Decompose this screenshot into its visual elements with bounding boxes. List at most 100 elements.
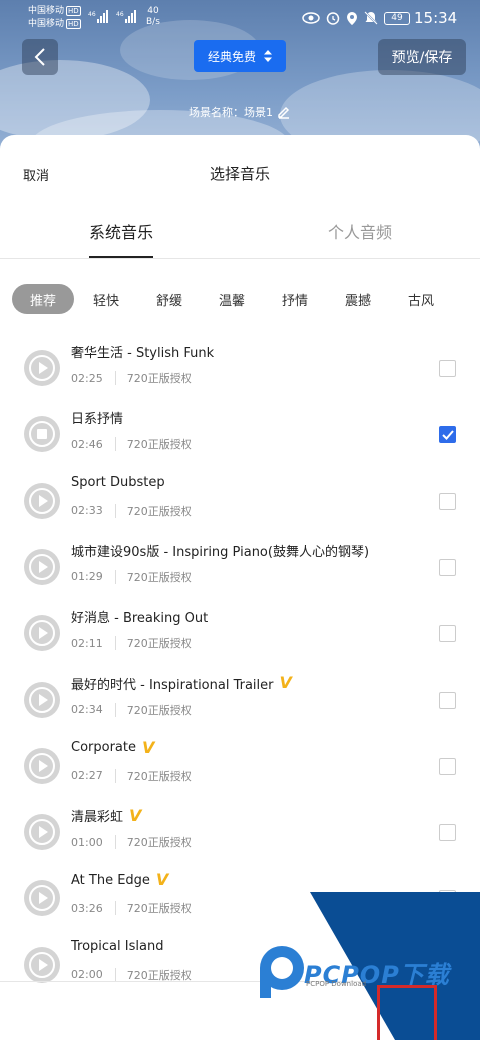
song-title: 日系抒情 xyxy=(71,412,124,428)
song-title-wrap: 日系抒情 xyxy=(71,408,123,427)
category-0[interactable]: 推荐 xyxy=(12,284,74,314)
play-button[interactable] xyxy=(24,681,60,718)
signal-icon: 46 xyxy=(88,10,108,23)
song-title-wrap: At The Edge V xyxy=(71,872,168,888)
category-2[interactable]: 舒缓 xyxy=(141,284,197,314)
song-duration: 02:27 xyxy=(71,769,103,783)
mute-icon xyxy=(364,11,378,25)
song-meta: 02:11 720正版授权 xyxy=(71,635,192,651)
song-row[interactable]: Corporate V 02:27 720正版授权 xyxy=(0,738,480,804)
song-title-wrap: 最好的时代 - Inspirational Trailer V xyxy=(71,674,292,693)
song-checkbox[interactable] xyxy=(439,492,456,510)
battery-icon: 49 xyxy=(384,11,410,25)
play-icon xyxy=(29,819,55,846)
check-icon xyxy=(441,430,454,440)
song-duration: 01:29 xyxy=(71,570,103,584)
song-duration: 02:00 xyxy=(71,968,103,982)
sort-icon xyxy=(264,50,272,62)
song-title: Tropical Island xyxy=(71,938,164,954)
status-bar: 中国移动 HD 中国移动 HD 46 46 40 B/s 49 15:34 xyxy=(0,0,480,36)
song-row[interactable]: 好消息 - Breaking Out 02:11 720正版授权 xyxy=(0,605,480,671)
vip-badge: V xyxy=(279,673,292,692)
song-title-wrap: 奢华生活 - Stylish Funk xyxy=(71,342,214,361)
song-title-wrap: Tropical Island xyxy=(71,939,163,954)
play-icon xyxy=(29,620,55,647)
song-meta: 02:33 720正版授权 xyxy=(71,503,192,519)
song-duration: 02:33 xyxy=(71,504,103,518)
song-title: 清晨彩虹 xyxy=(71,810,124,826)
category-1[interactable]: 轻快 xyxy=(78,284,134,314)
song-row[interactable]: 最好的时代 - Inspirational Trailer V 02:34 720正版… xyxy=(0,672,480,738)
play-button[interactable] xyxy=(24,814,60,851)
stop-button[interactable] xyxy=(24,416,60,453)
category-6[interactable]: 古风 xyxy=(393,284,449,314)
play-button[interactable] xyxy=(24,350,60,386)
song-title: 最好的时代 - Inspirational Trailer xyxy=(71,677,274,693)
song-checkbox[interactable] xyxy=(439,824,456,842)
song-license: 720正版授权 xyxy=(126,570,192,584)
eye-icon xyxy=(302,12,320,24)
song-row[interactable]: 城市建设90s版 - Inspiring Piano(鼓舞人心的钢琴) 01:29… xyxy=(0,539,480,605)
mode-select-button[interactable]: 经典免费 xyxy=(194,40,286,72)
carrier-2: 中国移动 HD xyxy=(28,19,81,29)
category-3[interactable]: 温馨 xyxy=(204,284,260,314)
song-duration: 01:00 xyxy=(71,835,103,849)
song-row[interactable]: 清晨彩虹 V 01:00 720正版授权 xyxy=(0,804,480,870)
scene-name[interactable]: 场景名称：场景1 xyxy=(0,104,480,120)
vip-badge: V xyxy=(142,737,155,757)
category-5[interactable]: 震撼 xyxy=(330,284,386,314)
tab-divider xyxy=(0,258,480,259)
highlight-box xyxy=(377,985,437,1040)
alarm-icon xyxy=(326,12,340,25)
song-checkbox[interactable] xyxy=(439,890,456,908)
song-meta: 02:27 720正版授权 xyxy=(71,768,192,784)
play-button[interactable] xyxy=(24,946,60,983)
play-button[interactable] xyxy=(24,615,60,652)
tab-system-music[interactable]: 系统音乐 xyxy=(89,219,153,243)
vip-badge: V xyxy=(155,870,169,890)
song-title-wrap: 清晨彩虹 V xyxy=(71,806,141,825)
song-duration: 02:46 xyxy=(71,437,103,451)
song-license: 720正版授权 xyxy=(126,703,192,717)
song-checkbox[interactable] xyxy=(439,360,456,377)
song-meta: 01:00 720正版授权 xyxy=(71,834,192,850)
song-title-wrap: 城市建设90s版 - Inspiring Piano(鼓舞人心的钢琴) xyxy=(71,541,369,560)
song-duration: 02:34 xyxy=(71,703,103,716)
preview-save-button[interactable]: 预览/保存 xyxy=(378,39,466,75)
watermark-sub: PCPOP Download xyxy=(306,980,367,988)
play-button[interactable] xyxy=(24,747,60,784)
song-row[interactable]: 奢华生活 - Stylish Funk 02:25 720正版授权 xyxy=(0,340,480,406)
song-title: Sport Dubstep xyxy=(71,474,165,490)
play-icon xyxy=(29,752,55,779)
song-row[interactable]: Sport Dubstep 02:33 720正版授权 xyxy=(0,473,480,539)
back-icon xyxy=(34,48,45,66)
song-row[interactable]: 日系抒情 02:46 720正版授权 xyxy=(0,406,480,472)
song-meta: 02:34 720正版授权 xyxy=(71,702,192,718)
vip-badge: V xyxy=(129,805,142,825)
song-checkbox[interactable] xyxy=(439,757,456,775)
song-license: 720正版授权 xyxy=(126,769,192,783)
song-title-wrap: Sport Dubstep xyxy=(71,475,165,490)
mode-label: 经典免费 xyxy=(207,49,256,64)
svg-text:46: 46 xyxy=(116,11,124,18)
song-license: 720正版授权 xyxy=(126,637,192,651)
play-button[interactable] xyxy=(24,482,60,519)
play-icon xyxy=(29,355,55,381)
song-checkbox[interactable] xyxy=(439,426,456,444)
song-meta: 01:29 720正版授权 xyxy=(71,569,192,585)
tab-personal-audio[interactable]: 个人音频 xyxy=(328,219,392,243)
song-title-wrap: 好消息 - Breaking Out xyxy=(71,607,208,626)
song-checkbox[interactable] xyxy=(439,558,456,576)
play-button[interactable] xyxy=(24,880,60,917)
song-license: 720正版授权 xyxy=(126,504,192,518)
play-button[interactable] xyxy=(24,548,60,585)
play-icon xyxy=(29,951,55,978)
back-button[interactable] xyxy=(22,39,58,75)
category-4[interactable]: 抒情 xyxy=(267,284,323,314)
signal-icon-2: 46 xyxy=(116,10,136,23)
song-duration: 03:26 xyxy=(71,901,103,915)
carrier-1: 中国移动 HD xyxy=(28,6,81,16)
song-checkbox[interactable] xyxy=(439,625,456,643)
song-checkbox[interactable] xyxy=(439,691,456,709)
song-row[interactable]: At The Edge V 03:26 720正版授权 xyxy=(0,870,480,936)
